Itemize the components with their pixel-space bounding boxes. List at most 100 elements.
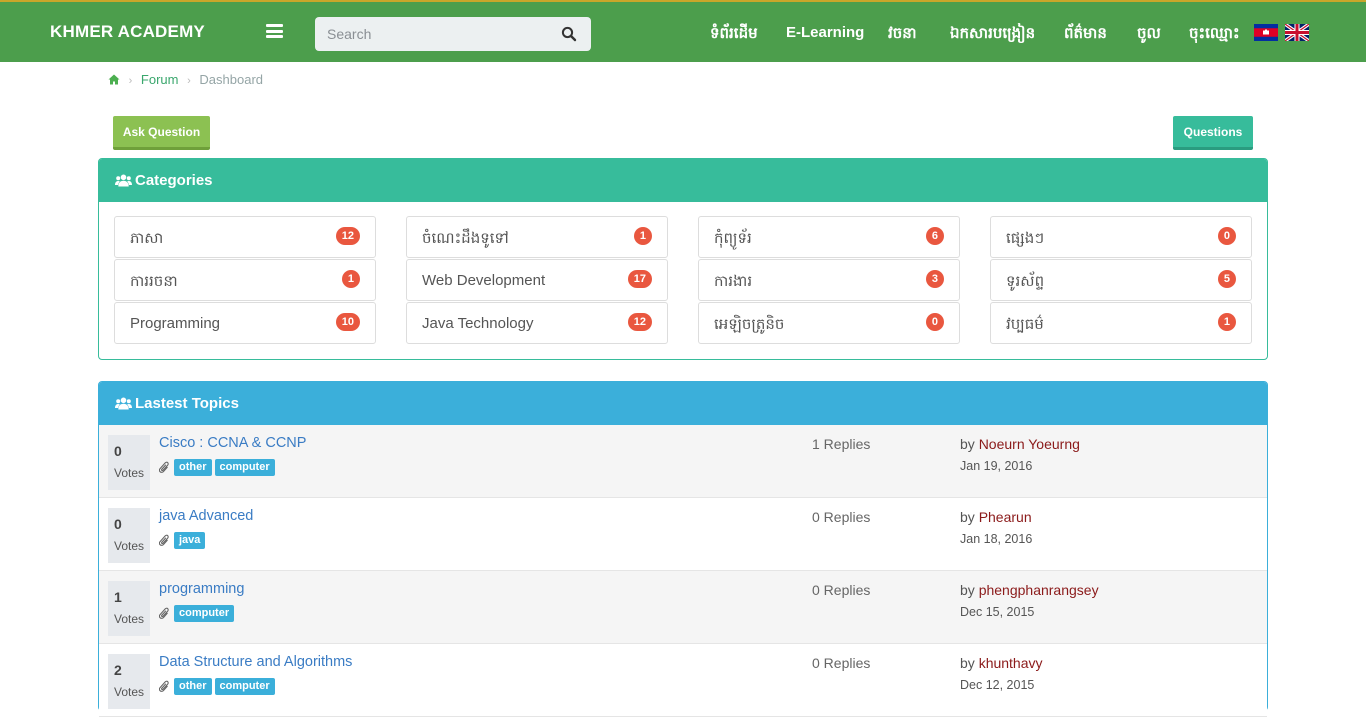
breadcrumb: › Forum › Dashboard bbox=[108, 72, 263, 88]
paperclip-icon bbox=[158, 461, 170, 474]
by-label: by bbox=[960, 655, 975, 671]
menu-toggle-icon[interactable] bbox=[266, 24, 283, 38]
by-label: by bbox=[960, 582, 975, 598]
category-count-badge: 12 bbox=[335, 227, 360, 245]
votes-count: 2 bbox=[114, 662, 122, 678]
category-label: Programming bbox=[130, 315, 221, 332]
topic-author: by khunthavy bbox=[960, 655, 1043, 671]
author-link[interactable]: Phearun bbox=[979, 509, 1032, 525]
topic-date: Jan 18, 2016 bbox=[960, 532, 1033, 546]
topic-tags: other computer bbox=[158, 678, 278, 695]
topic-tags: other computer bbox=[158, 459, 278, 476]
categories-panel: Categories ភាសា 12 ការរចនា 1 Programming 10… bbox=[98, 158, 1268, 360]
topic-date: Jan 19, 2016 bbox=[960, 459, 1033, 473]
topic-tag[interactable]: computer bbox=[214, 459, 275, 476]
topic-tag[interactable]: computer bbox=[214, 678, 275, 695]
topic-tags: computer bbox=[158, 605, 237, 622]
category-label: ការរចនា bbox=[130, 273, 178, 290]
author-link[interactable]: phengphanrangsey bbox=[979, 582, 1099, 598]
top-navbar: KHMER ACADEMY ទំព័រដើម E-Learning វចនា ឯ… bbox=[0, 0, 1366, 62]
category-item[interactable]: ការរចនា 1 bbox=[114, 259, 376, 301]
search-bar bbox=[315, 17, 591, 51]
topic-date: Dec 15, 2015 bbox=[960, 605, 1035, 619]
topic-title-link[interactable]: programming bbox=[159, 581, 244, 597]
latest-topics-title: Lastest Topics bbox=[135, 395, 239, 412]
replies-count: 0 Replies bbox=[812, 655, 871, 671]
category-label: អេឡិចត្រូនិច bbox=[714, 316, 785, 333]
breadcrumb-separator: › bbox=[187, 75, 191, 87]
votes-count: 0 bbox=[114, 516, 122, 532]
category-label: ចំណេះដឹងទូទៅ bbox=[422, 230, 509, 247]
latest-topics-panel: Lastest Topics 0 Votes Cisco : CCNA & CC… bbox=[98, 381, 1268, 717]
nav-link-documents[interactable]: ឯកសារបង្រៀន bbox=[950, 24, 1035, 46]
category-label: ទូរស័ព្ទ bbox=[1006, 273, 1045, 290]
votes-label: Votes bbox=[114, 685, 145, 699]
breadcrumb-separator: › bbox=[128, 75, 133, 87]
latest-topics-header: Lastest Topics bbox=[99, 382, 1267, 425]
uk-flag-icon[interactable] bbox=[1285, 24, 1309, 41]
search-icon[interactable] bbox=[561, 26, 577, 42]
category-label: Web Development bbox=[422, 272, 546, 289]
votes-count: 1 bbox=[114, 589, 122, 605]
topic-tag[interactable]: other bbox=[174, 678, 212, 695]
breadcrumb-forum[interactable]: Forum bbox=[141, 72, 179, 87]
topic-title-link[interactable]: java Advanced bbox=[159, 508, 253, 524]
votes-box: 0 Votes bbox=[108, 435, 150, 490]
category-item[interactable]: វប្បធម៌ 1 bbox=[990, 302, 1252, 344]
votes-label: Votes bbox=[114, 539, 145, 553]
khmer-flag-icon[interactable] bbox=[1254, 24, 1278, 41]
category-item[interactable]: ផ្សេងៗ 0 bbox=[990, 216, 1252, 258]
by-label: by bbox=[960, 436, 975, 452]
votes-box: 2 Votes bbox=[108, 654, 150, 709]
category-count-badge: 6 bbox=[925, 227, 944, 245]
users-icon bbox=[115, 174, 132, 187]
category-item[interactable]: ការងារ 3 bbox=[698, 259, 960, 301]
topic-tags: java bbox=[158, 532, 208, 549]
nav-link-elearning[interactable]: E-Learning bbox=[786, 24, 864, 41]
home-icon[interactable] bbox=[108, 73, 120, 88]
topic-row: 0 Votes Cisco : CCNA & CCNP other comput… bbox=[99, 425, 1267, 498]
category-item[interactable]: ភាសា 12 bbox=[114, 216, 376, 258]
category-item[interactable]: ទូរស័ព្ទ 5 bbox=[990, 259, 1252, 301]
site-brand[interactable]: KHMER ACADEMY bbox=[50, 22, 205, 42]
topic-tag[interactable]: computer bbox=[174, 605, 235, 622]
topic-date: Dec 12, 2015 bbox=[960, 678, 1035, 692]
category-item[interactable]: ចំណេះដឹងទូទៅ 1 bbox=[406, 216, 668, 258]
nav-link-login[interactable]: ចូល bbox=[1137, 24, 1161, 46]
author-link[interactable]: khunthavy bbox=[979, 655, 1043, 671]
category-item[interactable]: Programming 10 bbox=[114, 302, 376, 344]
search-input[interactable] bbox=[315, 17, 555, 51]
category-count-badge: 0 bbox=[1217, 227, 1236, 245]
category-count-badge: 10 bbox=[335, 313, 360, 331]
topic-tag[interactable]: other bbox=[174, 459, 212, 476]
votes-box: 0 Votes bbox=[108, 508, 150, 563]
topic-tag[interactable]: java bbox=[174, 532, 206, 549]
category-count-badge: 5 bbox=[1217, 270, 1236, 288]
ask-question-button[interactable]: Ask Question bbox=[113, 116, 210, 150]
topic-title-link[interactable]: Cisco : CCNA & CCNP bbox=[159, 435, 306, 451]
category-count-badge: 1 bbox=[633, 227, 652, 245]
category-count-badge: 1 bbox=[1217, 313, 1236, 331]
category-count-badge: 1 bbox=[341, 270, 360, 288]
nav-link-register[interactable]: ចុះឈ្មោះ bbox=[1189, 24, 1240, 46]
nav-link-home[interactable]: ទំព័រដើម bbox=[710, 24, 758, 46]
category-count-badge: 0 bbox=[925, 313, 944, 331]
topic-row: 1 Votes programming computer 0 Replies b… bbox=[99, 571, 1267, 644]
category-item[interactable]: កុំព្យូទ័រ 6 bbox=[698, 216, 960, 258]
replies-count: 1 Replies bbox=[812, 436, 871, 452]
category-item[interactable]: Java Technology 12 bbox=[406, 302, 668, 344]
by-label: by bbox=[960, 509, 975, 525]
topic-title-link[interactable]: Data Structure and Algorithms bbox=[159, 654, 352, 670]
author-link[interactable]: Noeurn Yoeurng bbox=[979, 436, 1080, 452]
category-count-badge: 17 bbox=[627, 270, 652, 288]
category-count-badge: 12 bbox=[627, 313, 652, 331]
category-item[interactable]: Web Development 17 bbox=[406, 259, 668, 301]
topic-row: 0 Votes java Advanced java 0 Replies by … bbox=[99, 498, 1267, 571]
nav-link-news[interactable]: ព័ត៌មាន bbox=[1064, 24, 1107, 46]
nav-link-dictionary[interactable]: វចនា bbox=[888, 24, 917, 46]
category-label: ផ្សេងៗ bbox=[1006, 230, 1045, 247]
category-item[interactable]: អេឡិចត្រូនិច 0 bbox=[698, 302, 960, 344]
votes-label: Votes bbox=[114, 466, 145, 480]
questions-button[interactable]: Questions bbox=[1173, 116, 1253, 150]
replies-count: 0 Replies bbox=[812, 509, 871, 525]
